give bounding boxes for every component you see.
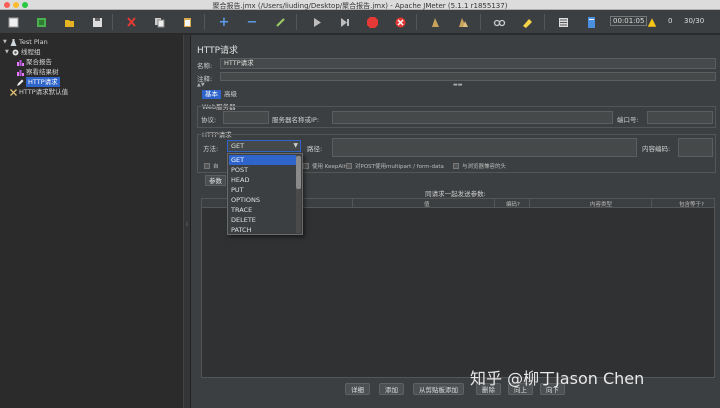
function-helper-icon[interactable] — [554, 13, 572, 31]
path-label: 路径: — [307, 145, 323, 153]
encoding-field[interactable] — [678, 138, 713, 157]
add-from-clipboard-button[interactable]: 从剪贴板添加 — [413, 383, 464, 395]
keepalive-checkbox[interactable]: 使用 KeepAlive — [303, 162, 352, 170]
reset-search-icon[interactable] — [518, 13, 536, 31]
expand-triangle-icon[interactable]: ▼ — [5, 47, 10, 57]
save-icon[interactable] — [88, 13, 106, 31]
wrench-icon — [10, 88, 17, 96]
column-header-value[interactable]: 值 — [424, 200, 430, 208]
method-option-get[interactable]: GET — [229, 155, 296, 165]
encoding-label: 内容编码: — [642, 145, 671, 153]
search-icon[interactable] — [490, 13, 508, 31]
chevron-down-icon: ▼ — [293, 142, 298, 149]
server-field[interactable] — [332, 111, 613, 124]
templates-icon[interactable] — [32, 13, 50, 31]
column-header-content-type[interactable]: 内容类型 — [590, 200, 612, 208]
start-no-pauses-icon[interactable] — [335, 13, 353, 31]
method-label: 方法: — [203, 145, 219, 153]
cut-icon[interactable] — [122, 13, 140, 31]
splitter-grip-icon: ▬▬ — [453, 82, 463, 88]
tab-basic[interactable]: 基本 — [202, 90, 221, 99]
toolbar: + − 00:01:05 0 30/30 — [0, 10, 720, 34]
panel-splitter[interactable]: ⁞ — [183, 35, 191, 408]
detail-button[interactable]: 详细 — [345, 383, 370, 395]
tree-item-http-request[interactable]: HTTP请求 — [17, 77, 60, 87]
method-option-put[interactable]: PUT — [229, 185, 296, 195]
add-button[interactable]: 添加 — [379, 383, 404, 395]
comment-field[interactable] — [220, 72, 716, 81]
toggle-icon[interactable] — [271, 13, 289, 31]
name-field[interactable]: HTTP请求 — [220, 58, 716, 69]
server-label: 服务器名称或IP: — [272, 116, 320, 124]
chart-icon — [17, 59, 24, 66]
copy-icon[interactable] — [150, 13, 168, 31]
method-option-post[interactable]: POST — [229, 165, 296, 175]
tree-item-thread-group[interactable]: ▼ 线程组 — [5, 47, 41, 57]
toolbar-separator — [544, 14, 545, 30]
warning-icon[interactable] — [647, 13, 657, 31]
column-divider — [494, 199, 495, 208]
dropdown-scroll-thumb[interactable] — [296, 156, 301, 189]
tree-item-http-defaults[interactable]: HTTP请求默认值 — [10, 87, 68, 97]
collapse-arrows-icon[interactable]: ▲▼ — [197, 82, 205, 88]
method-option-options[interactable]: OPTIONS — [229, 195, 296, 205]
clear-icon[interactable] — [426, 13, 444, 31]
method-option-head[interactable]: HEAD — [229, 175, 296, 185]
collapse-icon[interactable]: − — [243, 13, 261, 31]
expand-triangle-icon[interactable]: ▼ — [3, 37, 8, 47]
test-plan-tree: ▼ Test Plan ▼ 线程组 聚合报告 察看结果树 HTTP请求 HTTP… — [0, 35, 183, 408]
method-select[interactable]: GET ▼ — [227, 140, 301, 152]
column-divider — [529, 199, 530, 208]
column-divider — [651, 199, 652, 208]
tab-advanced[interactable]: 高级 — [221, 90, 240, 99]
tree-item-aggregate-report[interactable]: 聚合报告 — [17, 57, 52, 67]
follow-redirects-checkbox[interactable]: 自 — [204, 162, 219, 170]
column-header-include-equals[interactable]: 包含等于? — [679, 200, 704, 208]
splitter-grip-icon: ⁞ — [186, 221, 188, 228]
toolbar-separator — [296, 14, 297, 30]
toolbar-separator — [204, 14, 205, 30]
protocol-label: 协议: — [201, 116, 217, 124]
help-icon[interactable] — [582, 13, 600, 31]
stop-icon[interactable] — [363, 13, 381, 31]
method-option-delete[interactable]: DELETE — [229, 215, 296, 225]
tree-item-results-tree[interactable]: 察看结果树 — [17, 67, 59, 77]
new-icon[interactable] — [4, 13, 22, 31]
window-titlebar: 聚合报告.jmx (/Users/liuding/Desktop/聚合报告.jm… — [0, 0, 720, 10]
chart-icon — [17, 69, 24, 76]
gear-icon — [12, 49, 19, 55]
tree-item-test-plan[interactable]: ▼ Test Plan — [3, 37, 48, 47]
paste-icon[interactable] — [178, 13, 196, 31]
shutdown-icon[interactable] — [391, 13, 409, 31]
open-icon[interactable] — [60, 13, 78, 31]
browser-headers-checkbox[interactable]: 与浏览器兼容的头 — [453, 162, 506, 170]
column-header-encode[interactable]: 编码? — [506, 200, 520, 208]
watermark: 知乎 @柳丁Jason Chen — [470, 369, 645, 388]
pencil-icon — [17, 79, 24, 86]
start-icon[interactable] — [307, 13, 325, 31]
toolbar-separator — [480, 14, 481, 30]
flask-icon — [10, 38, 17, 46]
name-label: 名称: — [197, 62, 213, 70]
toolbar-separator — [416, 14, 417, 30]
protocol-field[interactable] — [223, 111, 269, 124]
error-count: 0 — [668, 17, 673, 25]
tab-parameters[interactable]: 参数 — [205, 175, 226, 186]
clear-all-icon[interactable] — [454, 13, 472, 31]
page-title: HTTP请求 — [197, 46, 239, 56]
column-divider — [352, 199, 353, 208]
active-threads: 30/30 — [684, 17, 705, 25]
port-label: 端口号: — [617, 116, 639, 124]
method-option-trace[interactable]: TRACE — [229, 205, 296, 215]
port-field[interactable] — [647, 111, 713, 124]
expand-icon[interactable]: + — [215, 13, 233, 31]
method-option-patch[interactable]: PATCH — [229, 225, 296, 235]
elapsed-time: 00:01:05 — [610, 16, 648, 26]
method-dropdown-list[interactable]: GET POST HEAD PUT OPTIONS TRACE DELETE P… — [227, 153, 303, 235]
multipart-checkbox[interactable]: 对POST使用multipart / form-data — [346, 162, 444, 170]
path-field[interactable] — [332, 138, 637, 157]
toolbar-separator — [112, 14, 113, 30]
